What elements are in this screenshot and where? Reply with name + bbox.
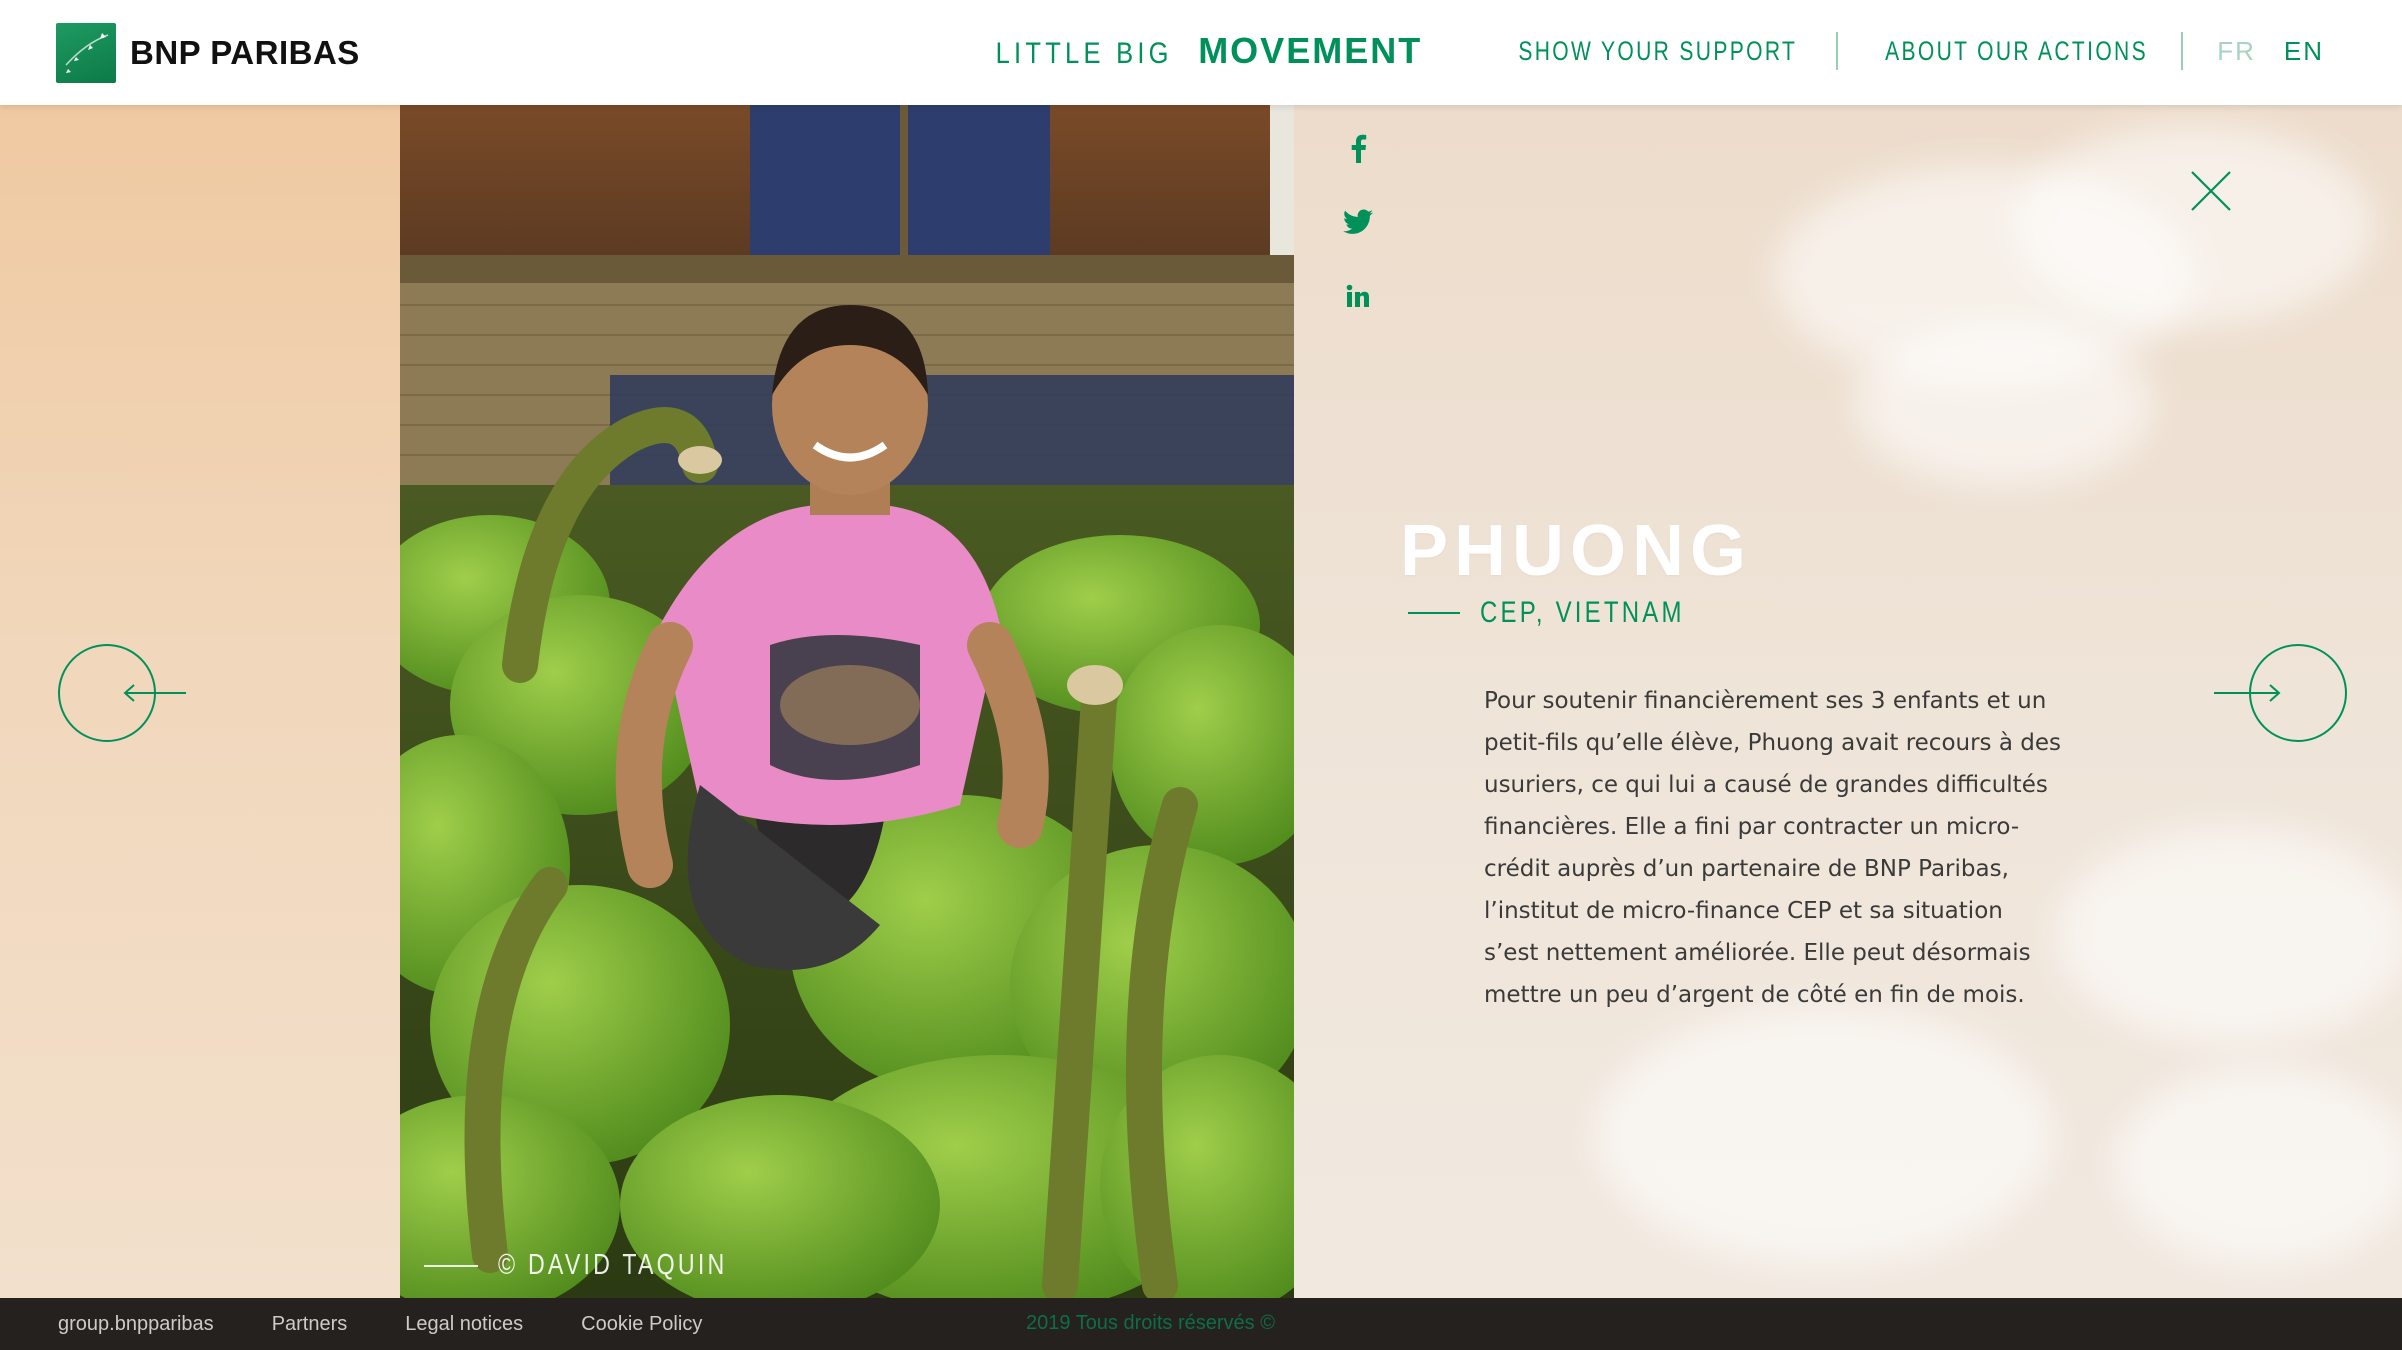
- footer-copyright: 2019 Tous droits réservés ©: [1026, 1312, 1275, 1334]
- lang-en-link[interactable]: EN: [2284, 36, 2324, 67]
- previous-story-button[interactable]: [56, 643, 196, 743]
- next-story-button[interactable]: [2210, 643, 2350, 743]
- footer-link-group[interactable]: group.bnpparibas: [58, 1313, 214, 1336]
- close-icon[interactable]: [2190, 170, 2232, 212]
- site-title-light: LITTLE BIG: [995, 37, 1173, 70]
- story-person-name: PHUONG: [1400, 511, 1753, 591]
- nav-divider: [1836, 32, 1839, 70]
- photo-credit: © DAVID TAQUIN: [424, 1249, 785, 1282]
- arrow-right-icon: [2214, 644, 2347, 742]
- linkedin-icon[interactable]: [1340, 278, 1376, 314]
- lang-fr-link[interactable]: FR: [2217, 36, 2256, 67]
- photo-credit-text: © DAVID TAQUIN: [498, 1249, 728, 1281]
- site-footer: group.bnpparibas Partners Legal notices …: [0, 1298, 2402, 1350]
- nav-about-our-actions[interactable]: ABOUT OUR ACTIONS: [1885, 36, 2148, 67]
- site-header: BNP PARIBAS LITTLE BIG MOVEMENT SHOW YOUR…: [0, 0, 2402, 105]
- facebook-icon[interactable]: [1340, 130, 1376, 166]
- arrow-left-icon: [58, 644, 186, 742]
- credit-dash: [424, 1264, 478, 1267]
- subtitle-dash: [1408, 612, 1460, 614]
- nav-divider: [2181, 32, 2184, 70]
- footer-link-cookies[interactable]: Cookie Policy: [581, 1313, 702, 1336]
- footer-link-partners[interactable]: Partners: [272, 1313, 348, 1336]
- woman-with-bananas-image: [400, 105, 1294, 1298]
- story-location: CEP, VIETNAM: [1480, 596, 1685, 629]
- nav-show-your-support[interactable]: SHOW YOUR SUPPORT: [1518, 36, 1797, 67]
- site-title-bold: MOVEMENT: [1198, 30, 1423, 71]
- main-nav: SHOW YOUR SUPPORT ABOUT OUR ACTIONS FR E…: [1479, 30, 2324, 72]
- story-photo: © DAVID TAQUIN: [400, 105, 1294, 1298]
- story-subtitle: CEP, VIETNAM: [1408, 596, 1736, 630]
- twitter-icon[interactable]: [1340, 204, 1376, 240]
- footer-link-legal[interactable]: Legal notices: [405, 1313, 523, 1336]
- social-share: [1340, 130, 1376, 352]
- story-description: Pour soutenir financièrement ses 3 enfan…: [1484, 688, 2061, 1008]
